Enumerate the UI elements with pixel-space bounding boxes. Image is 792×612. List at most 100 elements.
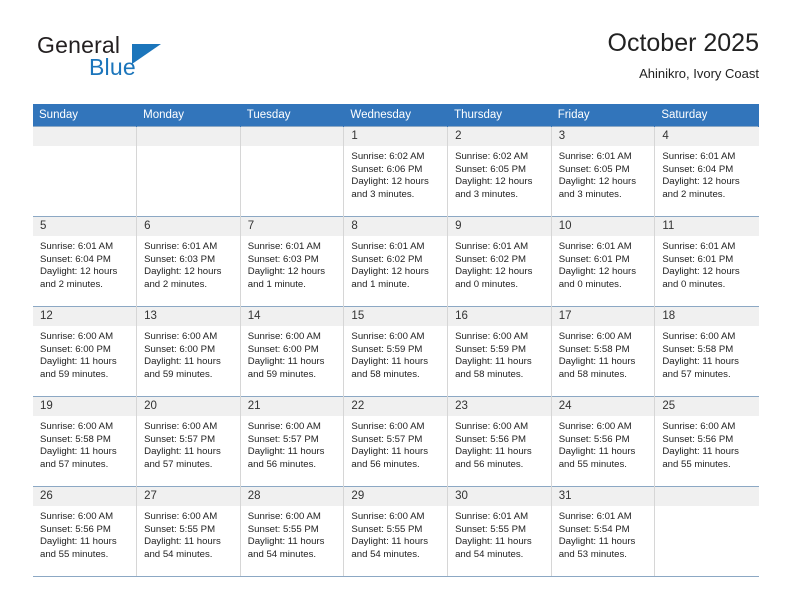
calendar-day-cell[interactable]: 29 Sunrise: 6:00 AM Sunset: 5:55 PM Dayligh…: [343, 486, 449, 577]
day-number: 6: [137, 217, 240, 236]
calendar-table: Sunday Monday Tuesday Wednesday Thursday…: [33, 104, 759, 577]
logo-text-blue: Blue: [89, 54, 136, 80]
calendar-day-cell[interactable]: 16 Sunrise: 6:00 AM Sunset: 5:59 PM Dayligh…: [447, 306, 552, 397]
sunrise-text: Sunrise: 6:00 AM: [662, 421, 736, 432]
day-number: [137, 127, 240, 146]
daylight-text-line2: and 57 minutes.: [144, 458, 213, 470]
calendar-day-cell[interactable]: 10 Sunrise: 6:01 AM Sunset: 6:01 PM Dayligh…: [551, 216, 656, 307]
calendar-cell-empty: [240, 126, 345, 217]
calendar-day-cell[interactable]: 13 Sunrise: 6:00 AM Sunset: 6:00 PM Dayligh…: [136, 306, 241, 397]
daylight-text-line2: and 59 minutes.: [40, 368, 109, 380]
day-number: 13: [137, 307, 240, 326]
sunrise-text: Sunrise: 6:01 AM: [662, 151, 736, 162]
calendar-day-cell[interactable]: 15 Sunrise: 6:00 AM Sunset: 5:59 PM Dayligh…: [343, 306, 449, 397]
day-details: Sunrise: 6:00 AM Sunset: 5:56 PM Daylight:…: [655, 416, 758, 471]
sunrise-text: Sunrise: 6:00 AM: [144, 331, 218, 342]
calendar-day-cell[interactable]: 1 Sunrise: 6:02 AM Sunset: 6:06 PM Daylight…: [343, 126, 449, 217]
calendar-day-cell[interactable]: 25 Sunrise: 6:00 AM Sunset: 5:56 PM Dayligh…: [654, 396, 759, 487]
calendar-day-cell[interactable]: 24 Sunrise: 6:00 AM Sunset: 5:56 PM Dayligh…: [551, 396, 656, 487]
day-details: Sunrise: 6:00 AM Sunset: 5:57 PM Daylight:…: [241, 416, 344, 471]
daylight-text-line2: and 0 minutes.: [558, 278, 622, 290]
daylight-text-line2: and 58 minutes.: [455, 368, 524, 380]
calendar-body: 1 Sunrise: 6:02 AM Sunset: 6:06 PM Daylight…: [33, 126, 759, 577]
sunset-text: Sunset: 5:55 PM: [247, 523, 319, 535]
calendar-day-cell[interactable]: 18 Sunrise: 6:00 AM Sunset: 5:58 PM Dayligh…: [654, 306, 759, 397]
calendar-day-cell[interactable]: 31 Sunrise: 6:01 AM Sunset: 5:54 PM Dayligh…: [551, 486, 656, 577]
daylight-text-line2: and 3 minutes.: [558, 188, 622, 200]
calendar-day-cell[interactable]: 12 Sunrise: 6:00 AM Sunset: 6:00 PM Dayligh…: [33, 306, 138, 397]
daylight-text-line1: Daylight: 11 hours: [351, 536, 429, 548]
calendar-day-cell[interactable]: 22 Sunrise: 6:00 AM Sunset: 5:57 PM Dayligh…: [343, 396, 449, 487]
calendar-day-cell[interactable]: 27 Sunrise: 6:00 AM Sunset: 5:55 PM Dayligh…: [136, 486, 241, 577]
daylight-text-line1: Daylight: 11 hours: [351, 356, 429, 368]
day-details: Sunrise: 6:00 AM Sunset: 5:57 PM Daylight:…: [344, 416, 447, 471]
daylight-text-line1: Daylight: 11 hours: [662, 356, 739, 368]
day-number: 3: [551, 127, 655, 146]
daylight-text-line1: Daylight: 12 hours: [247, 266, 326, 278]
calendar-day-cell[interactable]: 28 Sunrise: 6:00 AM Sunset: 5:55 PM Dayligh…: [240, 486, 345, 577]
sunrise-text: Sunrise: 6:00 AM: [40, 331, 114, 342]
daylight-text-line2: and 58 minutes.: [351, 368, 420, 380]
day-details: Sunrise: 6:00 AM Sunset: 6:00 PM Daylight:…: [241, 326, 344, 381]
daylight-text-line1: Daylight: 12 hours: [351, 266, 429, 278]
day-number: 4: [655, 127, 759, 146]
day-details: Sunrise: 6:01 AM Sunset: 6:01 PM Daylight:…: [655, 236, 758, 291]
general-blue-logo[interactable]: General Blue: [33, 32, 273, 94]
daylight-text-line2: and 57 minutes.: [40, 458, 109, 470]
day-number: 10: [551, 217, 655, 236]
calendar-day-cell[interactable]: 17 Sunrise: 6:00 AM Sunset: 5:58 PM Dayligh…: [551, 306, 656, 397]
calendar-day-cell[interactable]: 26 Sunrise: 6:00 AM Sunset: 5:56 PM Dayligh…: [33, 486, 138, 577]
daylight-text-line2: and 0 minutes.: [662, 278, 726, 290]
calendar-day-cell[interactable]: 9 Sunrise: 6:01 AM Sunset: 6:02 PM Daylight…: [447, 216, 552, 307]
day-number: 22: [344, 397, 448, 416]
calendar-day-cell[interactable]: 3 Sunrise: 6:01 AM Sunset: 6:05 PM Daylight…: [551, 126, 656, 217]
calendar-day-cell[interactable]: 6 Sunrise: 6:01 AM Sunset: 6:03 PM Daylight…: [136, 216, 241, 307]
daylight-text-line2: and 54 minutes.: [455, 548, 524, 560]
day-number: 26: [33, 487, 137, 506]
weekday-header-wednesday: Wednesday: [343, 104, 449, 127]
sunrise-text: Sunrise: 6:00 AM: [662, 331, 736, 342]
daylight-text-line1: Daylight: 11 hours: [558, 446, 636, 458]
day-details: Sunrise: 6:00 AM Sunset: 5:55 PM Daylight:…: [137, 506, 240, 561]
page-subtitle: Ahinikro, Ivory Coast: [639, 66, 759, 81]
calendar-day-cell[interactable]: 2 Sunrise: 6:02 AM Sunset: 6:05 PM Daylight…: [447, 126, 552, 217]
sunset-text: Sunset: 6:05 PM: [558, 163, 630, 175]
day-number: 20: [137, 397, 240, 416]
daylight-text-line1: Daylight: 11 hours: [247, 446, 325, 458]
sunrise-text: Sunrise: 6:00 AM: [247, 511, 321, 522]
day-details: Sunrise: 6:00 AM Sunset: 6:00 PM Daylight:…: [137, 326, 240, 381]
daylight-text-line1: Daylight: 11 hours: [144, 536, 221, 548]
calendar-day-cell[interactable]: 8 Sunrise: 6:01 AM Sunset: 6:02 PM Daylight…: [343, 216, 449, 307]
calendar-day-cell[interactable]: 30 Sunrise: 6:01 AM Sunset: 5:55 PM Dayligh…: [447, 486, 552, 577]
daylight-text-line1: Daylight: 11 hours: [558, 536, 636, 548]
day-number: 11: [655, 217, 759, 236]
day-number: 30: [448, 487, 551, 506]
daylight-text-line1: Daylight: 11 hours: [40, 536, 117, 548]
day-details: Sunrise: 6:00 AM Sunset: 5:59 PM Daylight:…: [344, 326, 447, 381]
calendar-week-row: 12 Sunrise: 6:00 AM Sunset: 6:00 PM Dayligh…: [33, 306, 759, 397]
calendar-day-cell[interactable]: 5 Sunrise: 6:01 AM Sunset: 6:04 PM Daylight…: [33, 216, 138, 307]
calendar-day-cell[interactable]: 20 Sunrise: 6:00 AM Sunset: 5:57 PM Dayligh…: [136, 396, 241, 487]
day-details: Sunrise: 6:01 AM Sunset: 5:55 PM Daylight:…: [448, 506, 551, 561]
calendar-day-cell[interactable]: 11 Sunrise: 6:01 AM Sunset: 6:01 PM Dayligh…: [654, 216, 759, 307]
day-details: Sunrise: 6:00 AM Sunset: 5:58 PM Daylight:…: [552, 326, 655, 381]
day-number: 18: [655, 307, 759, 326]
calendar-day-cell[interactable]: 7 Sunrise: 6:01 AM Sunset: 6:03 PM Daylight…: [240, 216, 345, 307]
day-details: Sunrise: 6:00 AM Sunset: 5:56 PM Daylight:…: [552, 416, 655, 471]
sunrise-text: Sunrise: 6:01 AM: [247, 241, 321, 252]
calendar-day-cell[interactable]: 19 Sunrise: 6:00 AM Sunset: 5:58 PM Dayligh…: [33, 396, 138, 487]
calendar-day-cell[interactable]: 4 Sunrise: 6:01 AM Sunset: 6:04 PM Daylight…: [654, 126, 759, 217]
sunrise-text: Sunrise: 6:00 AM: [351, 421, 425, 432]
daylight-text-line1: Daylight: 12 hours: [455, 266, 533, 278]
calendar-day-cell[interactable]: 23 Sunrise: 6:00 AM Sunset: 5:56 PM Dayligh…: [447, 396, 552, 487]
sunset-text: Sunset: 5:57 PM: [247, 433, 319, 445]
calendar-day-cell[interactable]: 21 Sunrise: 6:00 AM Sunset: 5:57 PM Dayligh…: [240, 396, 345, 487]
day-details: Sunrise: 6:00 AM Sunset: 5:56 PM Daylight:…: [448, 416, 551, 471]
sunrise-text: Sunrise: 6:01 AM: [662, 241, 736, 252]
calendar-day-cell[interactable]: 14 Sunrise: 6:00 AM Sunset: 6:00 PM Dayligh…: [240, 306, 345, 397]
sunset-text: Sunset: 5:56 PM: [455, 433, 526, 445]
sunset-text: Sunset: 6:01 PM: [558, 253, 630, 265]
daylight-text-line2: and 53 minutes.: [558, 548, 627, 560]
daylight-text-line1: Daylight: 11 hours: [40, 356, 117, 368]
daylight-text-line1: Daylight: 11 hours: [662, 446, 739, 458]
